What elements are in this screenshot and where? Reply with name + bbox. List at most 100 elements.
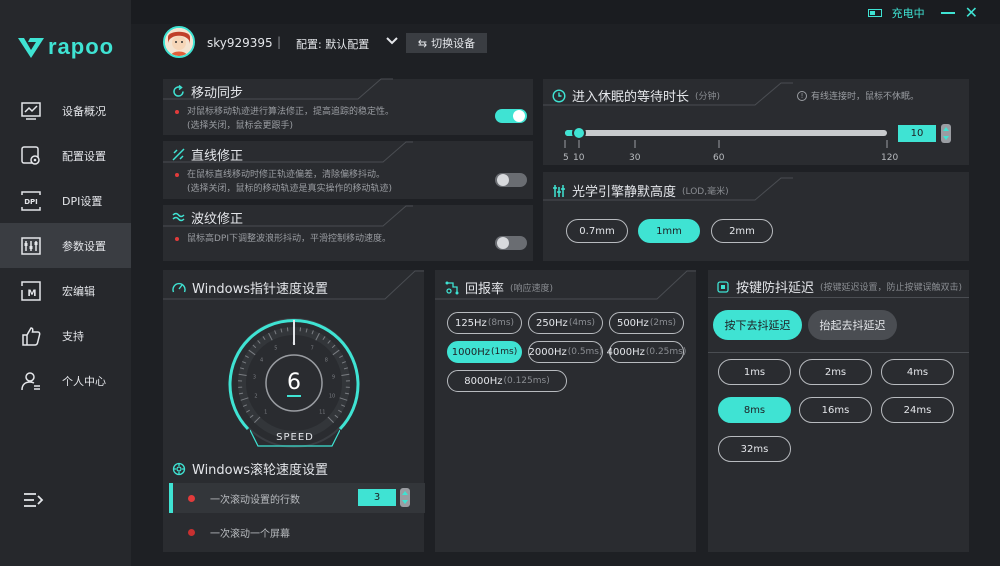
avatar[interactable] bbox=[163, 26, 195, 58]
polling-rate: 500Hz bbox=[616, 317, 649, 329]
swap-icon: ⇆ bbox=[417, 37, 428, 50]
debounce-option-3[interactable]: 8ms bbox=[718, 397, 791, 423]
sleep-value-input[interactable]: 10 bbox=[898, 125, 936, 142]
info-icon: ! bbox=[797, 90, 807, 101]
radio-indicator bbox=[188, 494, 195, 502]
lod-option-1[interactable]: 1mm bbox=[638, 219, 700, 243]
nav-label: 支持 bbox=[62, 329, 84, 343]
title-underline bbox=[163, 270, 424, 300]
debounce-option-4[interactable]: 16ms bbox=[799, 397, 872, 423]
sleep-tick-label: 120 bbox=[881, 153, 899, 163]
scroll-option-screen-label: 一次滚动一个屏幕 bbox=[210, 528, 290, 540]
divider: | bbox=[277, 35, 282, 49]
brand-name: rapoo bbox=[48, 34, 115, 59]
nav-label: DPI设置 bbox=[62, 194, 103, 208]
lod-option-0[interactable]: 0.7mm bbox=[566, 219, 628, 243]
polling-latency: (0.5ms) bbox=[567, 347, 603, 357]
gauge-scale-label: 10 bbox=[329, 393, 335, 399]
minimize-button[interactable] bbox=[940, 11, 955, 14]
polling-option-0[interactable]: 125Hz (8ms) bbox=[447, 312, 522, 334]
gauge-scale-label: 7 bbox=[311, 345, 314, 351]
sleep-note-text: 有线连接时，鼠标不休眠。 bbox=[811, 92, 920, 102]
polling-rate: 8000Hz bbox=[464, 375, 503, 387]
polling-rate: 1000Hz bbox=[451, 346, 490, 358]
user-icon bbox=[21, 371, 40, 390]
debounce-title-text: 按键防抖延迟 bbox=[736, 281, 815, 296]
press-debounce-button[interactable]: 按下去抖延迟 bbox=[713, 310, 802, 340]
sliders-icon bbox=[21, 236, 41, 255]
sleep-spinner[interactable] bbox=[941, 124, 951, 143]
nav-personal-center[interactable]: 个人中心 bbox=[0, 358, 131, 403]
nav-label: 个人中心 bbox=[62, 374, 106, 388]
sidebar: rapoo 设备概况 配置设置 DPI DPI设置 参数设置 M 宏编辑 支持 bbox=[0, 0, 131, 566]
gauge-scale-label: 4 bbox=[260, 357, 263, 363]
nav-label: 宏编辑 bbox=[62, 284, 95, 298]
chevron-down-icon[interactable] bbox=[385, 34, 399, 48]
polling-option-5[interactable]: 4000Hz (0.25ms) bbox=[606, 341, 687, 363]
rapoo-logo-icon bbox=[18, 38, 44, 58]
polling-latency: (0.25ms) bbox=[645, 347, 687, 357]
sleep-slider-ticks bbox=[564, 140, 888, 148]
scroll-option-lines-label: 一次滚动设置的行数 bbox=[210, 494, 300, 506]
sidebar-nav: 设备概况 配置设置 DPI DPI设置 参数设置 M 宏编辑 支持 个人中心 bbox=[0, 88, 131, 403]
nav-macro-edit[interactable]: M 宏编辑 bbox=[0, 268, 131, 313]
ripple-fix-toggle[interactable] bbox=[495, 236, 527, 250]
debounce-option-2[interactable]: 4ms bbox=[881, 359, 954, 385]
release-debounce-button[interactable]: 抬起去抖延迟 bbox=[808, 310, 897, 340]
polling-latency: (0.125ms) bbox=[503, 376, 550, 386]
polling-rate: 250Hz bbox=[535, 317, 568, 329]
debounce-divider bbox=[708, 352, 969, 353]
move-sync-desc: 对鼠标移动轨迹进行算法修正，提高追踪的稳定性。 (选择关闭，鼠标会更跟手) bbox=[175, 105, 394, 133]
lod-option-2[interactable]: 2mm bbox=[711, 219, 773, 243]
polling-option-2[interactable]: 500Hz (2ms) bbox=[609, 312, 684, 334]
sleep-tick-label: 10 bbox=[573, 153, 585, 163]
sleep-tick-label: 30 bbox=[629, 153, 641, 163]
debounce-title: 按键防抖延迟 (按键延迟设置，防止按键误触双击) bbox=[716, 277, 962, 296]
spinner-arrows-icon bbox=[402, 491, 408, 504]
switch-device-label: 切换设备 bbox=[431, 38, 476, 50]
polling-option-1[interactable]: 250Hz (4ms) bbox=[528, 312, 603, 334]
line-fix-desc1: 在鼠标直线移动时修正轨迹偏差，清除偏移抖动。 bbox=[187, 170, 386, 180]
scroll-lines-input[interactable]: 3 bbox=[358, 489, 396, 506]
avatar-face-icon bbox=[165, 28, 193, 56]
config-label: 配置: 默认配置 bbox=[296, 38, 370, 51]
polling-option-4[interactable]: 2000Hz (0.5ms) bbox=[528, 341, 603, 363]
nav-support[interactable]: 支持 bbox=[0, 313, 131, 358]
debounce-option-1[interactable]: 2ms bbox=[799, 359, 872, 385]
gauge-scale-label: 2 bbox=[254, 393, 257, 399]
scroll-title-text: Windows滚轮速度设置 bbox=[192, 463, 329, 478]
close-button[interactable]: ✕ bbox=[965, 3, 978, 22]
polling-latency: (8ms) bbox=[487, 318, 515, 328]
sleep-tick-label: 60 bbox=[713, 153, 725, 163]
speed-label: SPEED bbox=[276, 432, 314, 443]
line-fix-toggle[interactable] bbox=[495, 173, 527, 187]
sleep-tick-label: 5 bbox=[563, 153, 569, 163]
nav-param-settings[interactable]: 参数设置 bbox=[0, 223, 131, 268]
scroll-lines-spinner[interactable] bbox=[400, 488, 410, 507]
polling-option-3[interactable]: 1000Hz (1ms) bbox=[447, 341, 522, 363]
scroll-option-screen[interactable]: 一次滚动一个屏幕 bbox=[169, 517, 425, 547]
debounce-option-6[interactable]: 32ms bbox=[718, 436, 791, 462]
gauge-scale-label: 1 bbox=[264, 409, 267, 415]
brand-logo: rapoo bbox=[18, 34, 114, 60]
sleep-slider-handle[interactable] bbox=[572, 126, 586, 140]
line-fix-desc2: (选择关闭，鼠标的移动轨迹是真实操作的移动轨迹) bbox=[187, 184, 393, 194]
sleep-note: ! 有线连接时，鼠标不休眠。 bbox=[797, 89, 919, 102]
polling-option-6[interactable]: 8000Hz (0.125ms) bbox=[447, 370, 567, 392]
switch-device-button[interactable]: ⇆ 切换设备 bbox=[406, 33, 487, 53]
sleep-slider[interactable] bbox=[565, 126, 887, 140]
title-underline bbox=[163, 205, 413, 227]
title-underline bbox=[163, 78, 393, 100]
menu-collapse-icon[interactable] bbox=[22, 490, 44, 510]
nav-device-overview[interactable]: 设备概况 bbox=[0, 88, 131, 133]
polling-latency: (1ms) bbox=[491, 347, 518, 357]
debounce-option-5[interactable]: 24ms bbox=[881, 397, 954, 423]
nav-dpi-settings[interactable]: DPI DPI设置 bbox=[0, 178, 131, 223]
move-sync-desc1: 对鼠标移动轨迹进行算法修正，提高追踪的稳定性。 bbox=[187, 107, 395, 117]
debounce-option-0[interactable]: 1ms bbox=[718, 359, 791, 385]
svg-text:M: M bbox=[28, 289, 37, 299]
polling-rate: 4000Hz bbox=[606, 346, 645, 358]
move-sync-toggle[interactable] bbox=[495, 109, 527, 123]
title-underline bbox=[435, 270, 696, 300]
thumbs-up-icon bbox=[22, 326, 41, 346]
